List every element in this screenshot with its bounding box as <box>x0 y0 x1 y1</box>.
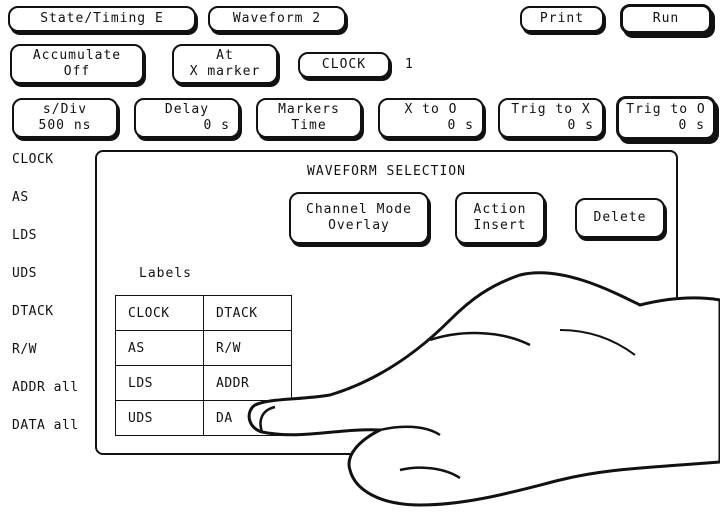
pointing-hand-icon <box>247 271 720 507</box>
